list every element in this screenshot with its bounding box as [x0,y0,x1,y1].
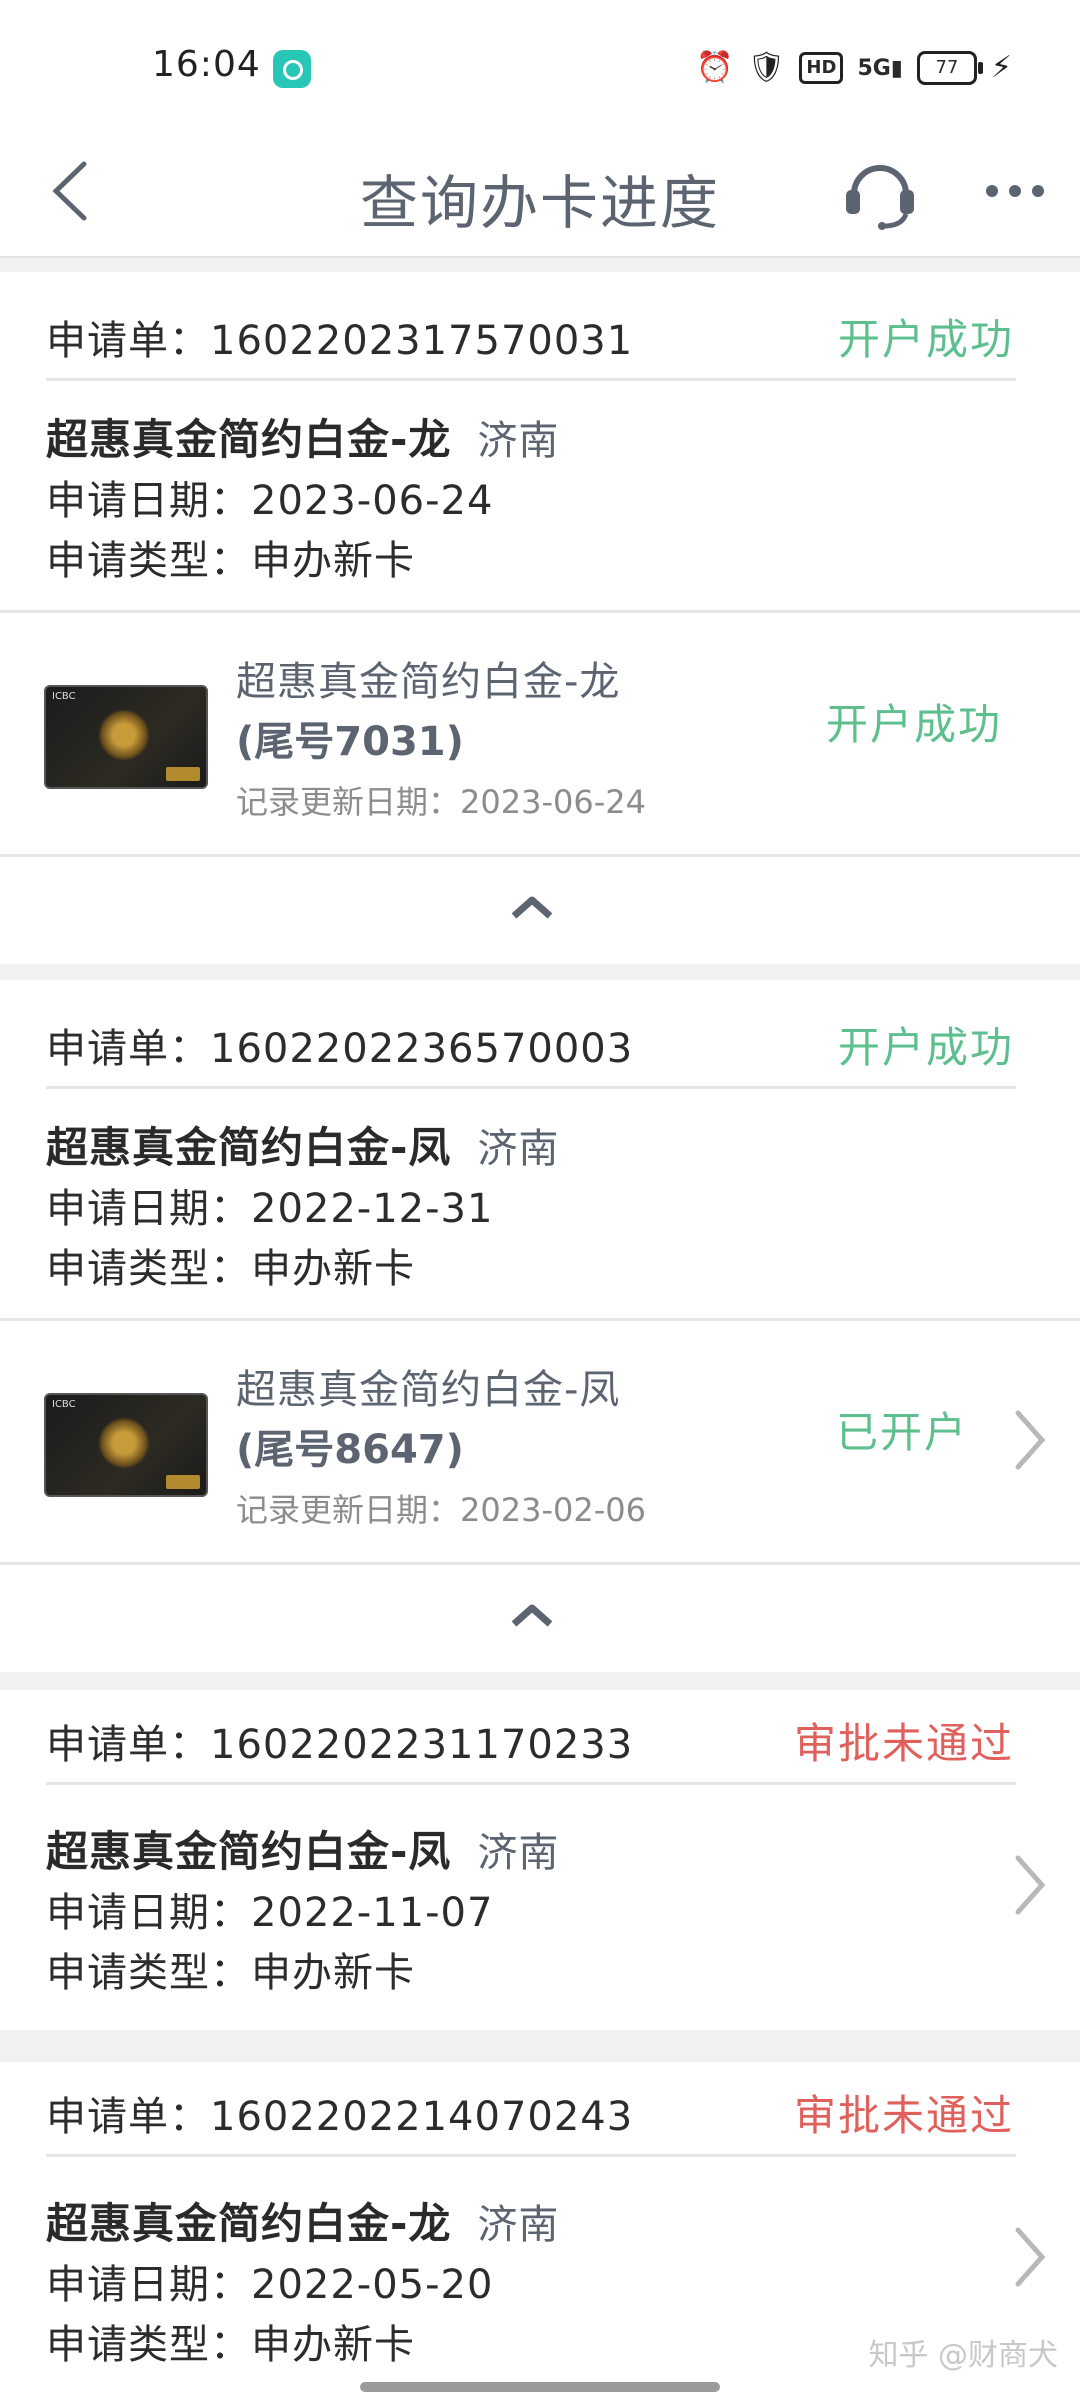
apply-date: 申请日期：2022-05-20 [46,2262,494,2308]
application-card: 申请单：1602202317570031 开户成功 超惠真金简约白金-龙 济南 申… [0,272,1080,964]
card-image: ICBC [44,685,208,789]
card-tail-number: (尾号8647) [236,1427,464,1473]
card-tail-number: (尾号7031) [236,719,464,765]
order-number: 申请单：1602202231170233 [46,1722,634,1768]
order-number: 申请单：1602202317570031 [46,318,634,364]
product-name: 超惠真金简约白金-凤 济南 [46,1818,559,1879]
chevron-right-icon[interactable] [1010,2222,1050,2292]
product-title: 超惠真金简约白金-凤 [46,1123,452,1172]
divider [46,1086,1016,1089]
hd-icon: HD [799,52,844,84]
collapse-icon[interactable] [508,1600,556,1630]
home-indicator[interactable] [360,2382,720,2392]
status-time: 16:04 [152,44,261,85]
product-name: 超惠真金简约白金-龙 济南 [46,2190,559,2251]
product-city: 济南 [477,1830,560,1876]
application-status: 审批未通过 [793,2091,1014,2140]
card-brand-icon [166,767,200,781]
application-card[interactable]: 申请单：1602202231170233 审批未通过 超惠真金简约白金-凤 济南 … [0,1690,1080,2030]
card-name: 超惠真金简约白金-龙 [236,659,621,705]
product-name: 超惠真金简约白金-凤 济南 [46,1114,559,1175]
product-title: 超惠真金简约白金-龙 [46,415,452,464]
order-number: 申请单：1602202214070243 [46,2094,634,2140]
product-title: 超惠真金简约白金-龙 [46,2199,452,2248]
status-bar: 16:04 ⏰ 🛡 HD 5G▮ 77 ⚡ [0,0,1080,130]
divider [46,1782,1016,1785]
apply-type: 申请类型：申办新卡 [46,2322,415,2368]
watermark: 知乎 @财商犬 [868,2338,1058,2373]
apply-date: 申请日期：2023-06-24 [46,478,494,524]
product-city: 济南 [477,2202,560,2248]
product-city: 济南 [477,418,560,464]
battery-icon: 77 [916,51,983,85]
customer-service-icon[interactable] [840,152,920,232]
product-city: 济南 [477,1126,560,1172]
divider [0,854,1080,857]
order-number: 申请单：1602202236570003 [46,1026,634,1072]
product-title: 超惠真金简约白金-凤 [46,1827,452,1876]
battery-level: 77 [935,57,959,78]
apply-type: 申请类型：申办新卡 [46,1246,415,1292]
charging-icon: ⚡ [990,50,1012,85]
apply-type: 申请类型：申办新卡 [46,1950,415,1996]
application-list: 申请单：1602202317570031 开户成功 超惠真金简约白金-龙 济南 申… [0,258,1080,2400]
card-updated-date: 记录更新日期：2023-06-24 [236,783,646,821]
card-bank-logo: ICBC [52,691,76,702]
card-image: ICBC [44,1393,208,1497]
divider [46,378,1016,381]
dragon-emblem-icon [98,709,150,761]
card-status: 开户成功 [826,700,1003,749]
alarm-icon: ⏰ [695,50,734,85]
chevron-right-icon[interactable] [1010,1850,1050,1920]
shield-icon: 🛡 [747,50,786,85]
app-notification-icon [273,50,311,88]
status-icons: ⏰ 🛡 HD 5G▮ 77 ⚡ [696,48,1012,88]
signal-icon: 5G▮ [857,55,903,81]
chevron-right-icon[interactable] [1010,1405,1050,1475]
divider [0,1562,1080,1565]
card-name: 超惠真金简约白金-凤 [236,1367,621,1413]
application-status: 开户成功 [837,1023,1014,1072]
application-status: 开户成功 [837,315,1014,364]
divider [46,2154,1016,2157]
more-icon[interactable] [980,166,1050,216]
card-brand-icon [166,1475,200,1489]
card-updated-date: 记录更新日期：2023-02-06 [236,1491,646,1529]
card-record[interactable]: ICBC 超惠真金简约白金-凤 (尾号8647) 记录更新日期：2023-02-… [0,1321,1080,1561]
apply-date: 申请日期：2022-12-31 [46,1186,494,1232]
phoenix-emblem-icon [98,1417,150,1469]
card-record[interactable]: ICBC 超惠真金简约白金-龙 (尾号7031) 记录更新日期：2023-06-… [0,613,1080,853]
apply-type: 申请类型：申办新卡 [46,538,415,584]
application-status: 审批未通过 [793,1719,1014,1768]
application-card: 申请单：1602202236570003 开户成功 超惠真金简约白金-凤 济南 申… [0,980,1080,1672]
nav-bar: 查询办卡进度 [0,130,1080,258]
collapse-icon[interactable] [508,892,556,922]
card-status: 已开户 [836,1408,969,1457]
card-bank-logo: ICBC [52,1399,76,1410]
product-name: 超惠真金简约白金-龙 济南 [46,406,559,467]
apply-date: 申请日期：2022-11-07 [46,1890,494,1936]
